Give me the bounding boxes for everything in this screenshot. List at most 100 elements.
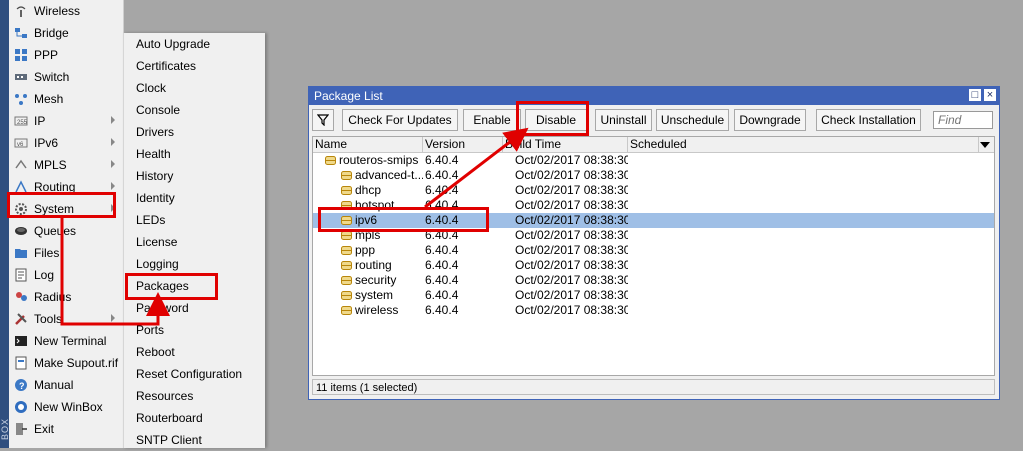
menu-item-new-winbox[interactable]: New WinBox (9, 396, 123, 418)
window-titlebar[interactable]: Package List □ × (309, 87, 999, 105)
close-icon[interactable]: × (984, 89, 996, 101)
cell-build-time-text: Oct/02/2017 08:38:30 (515, 228, 628, 242)
check-installation-button[interactable]: Check Installation (816, 109, 921, 131)
menu-item-system[interactable]: System (9, 198, 123, 220)
package-icon (341, 246, 352, 255)
submenu-item-ports[interactable]: Ports (124, 319, 265, 341)
menu-item-make-supout-rif[interactable]: Make Supout.rif (9, 352, 123, 374)
table-row[interactable]: hotspot 6.40.4 Oct/02/2017 08:38:30 (313, 198, 994, 213)
cell-version: 6.40.4 (425, 153, 503, 168)
cell-name-text: routeros-smips (339, 153, 419, 167)
cell-build-time-text: Oct/02/2017 08:38:30 (515, 213, 628, 227)
enable-button[interactable]: Enable (463, 109, 521, 131)
menu-item-queues[interactable]: Queues (9, 220, 123, 242)
cell-name-text: wireless (355, 303, 399, 317)
menu-item-wireless[interactable]: Wireless (9, 0, 123, 22)
cell-version: 6.40.4 (425, 213, 503, 228)
menu-item-mpls[interactable]: MPLS (9, 154, 123, 176)
table-header: Name Version Build Time Scheduled (313, 137, 994, 153)
chevron-right-icon (111, 138, 115, 146)
package-icon (341, 231, 352, 240)
submenu-item-reboot[interactable]: Reboot (124, 341, 265, 363)
column-scheduled[interactable]: Scheduled (628, 137, 980, 152)
submenu-item-resources[interactable]: Resources (124, 385, 265, 407)
submenu-item-password[interactable]: Password (124, 297, 265, 319)
cell-version-text: 6.40.4 (425, 228, 459, 242)
chevron-down-icon (980, 142, 990, 148)
menu-item-switch[interactable]: Switch (9, 66, 123, 88)
table-row[interactable]: dhcp 6.40.4 Oct/02/2017 08:38:30 (313, 183, 994, 198)
find-input[interactable] (933, 111, 993, 129)
table-row[interactable]: ipv6 6.40.4 Oct/02/2017 08:38:30 (313, 213, 994, 228)
menu-item-label: Files (34, 246, 60, 260)
check-for-updates-button[interactable]: Check For Updates (342, 109, 458, 131)
submenu-item-health[interactable]: Health (124, 143, 265, 165)
menu-item-manual[interactable]: ? Manual (9, 374, 123, 396)
menu-item-exit[interactable]: Exit (9, 418, 123, 440)
filter-icon (317, 114, 329, 126)
submenu-item-clock[interactable]: Clock (124, 77, 265, 99)
cell-build-time-text: Oct/02/2017 08:38:30 (515, 183, 628, 197)
downgrade-button[interactable]: Downgrade (734, 109, 806, 131)
table-row[interactable]: routeros-smips 6.40.4 Oct/02/2017 08:38:30 (313, 153, 994, 168)
cell-build-time: Oct/02/2017 08:38:30 (515, 198, 628, 213)
table-row[interactable]: mpls 6.40.4 Oct/02/2017 08:38:30 (313, 228, 994, 243)
submenu-item-drivers[interactable]: Drivers (124, 121, 265, 143)
package-icon (341, 171, 352, 180)
submenu-item-license[interactable]: License (124, 231, 265, 253)
submenu-item-history[interactable]: History (124, 165, 265, 187)
table-row[interactable]: advanced-t... 6.40.4 Oct/02/2017 08:38:30 (313, 168, 994, 183)
uninstall-button[interactable]: Uninstall (595, 109, 652, 131)
maximize-icon[interactable]: □ (969, 89, 981, 101)
menu-item-routing[interactable]: Routing (9, 176, 123, 198)
table-row[interactable]: ppp 6.40.4 Oct/02/2017 08:38:30 (313, 243, 994, 258)
menu-item-label: Switch (34, 70, 70, 84)
disable-button[interactable]: Disable (525, 109, 587, 131)
manual-icon: ? (13, 378, 29, 392)
cell-build-time: Oct/02/2017 08:38:30 (515, 153, 628, 168)
cell-name: routing (341, 258, 423, 273)
menu-item-bridge[interactable]: Bridge (9, 22, 123, 44)
menu-item-label: Radius (34, 290, 72, 304)
menu-item-ppp[interactable]: PPP (9, 44, 123, 66)
bridge-icon (13, 26, 29, 40)
cell-scheduled (631, 213, 971, 228)
cell-version-text: 6.40.4 (425, 288, 459, 302)
menu-item-log[interactable]: Log (9, 264, 123, 286)
table-row[interactable]: security 6.40.4 Oct/02/2017 08:38:30 (313, 273, 994, 288)
exit-icon (13, 422, 29, 436)
menu-item-files[interactable]: Files (9, 242, 123, 264)
cell-name-text: advanced-t... (355, 168, 423, 182)
table-row[interactable]: wireless 6.40.4 Oct/02/2017 08:38:30 (313, 303, 994, 318)
column-version[interactable]: Version (423, 137, 503, 152)
menu-item-mesh[interactable]: Mesh (9, 88, 123, 110)
svg-text:?: ? (19, 381, 25, 391)
submenu-item-console[interactable]: Console (124, 99, 265, 121)
menu-item-ipv6[interactable]: v6 IPv6 (9, 132, 123, 154)
svg-text:255: 255 (17, 120, 28, 126)
unschedule-button[interactable]: Unschedule (656, 109, 729, 131)
chevron-right-icon (111, 204, 115, 212)
submenu-item-packages[interactable]: Packages (124, 275, 265, 297)
submenu-item-certificates[interactable]: Certificates (124, 55, 265, 77)
wireless-icon (13, 4, 29, 18)
cell-name-text: mpls (355, 228, 381, 242)
menu-item-tools[interactable]: Tools (9, 308, 123, 330)
menu-item-new-terminal[interactable]: New Terminal (9, 330, 123, 352)
submenu-item-leds[interactable]: LEDs (124, 209, 265, 231)
menu-item-label: New Terminal (34, 334, 107, 348)
table-row[interactable]: system 6.40.4 Oct/02/2017 08:38:30 (313, 288, 994, 303)
menu-item-radius[interactable]: Radius (9, 286, 123, 308)
table-row[interactable]: routing 6.40.4 Oct/02/2017 08:38:30 (313, 258, 994, 273)
submenu-item-identity[interactable]: Identity (124, 187, 265, 209)
column-build-time[interactable]: Build Time (503, 137, 628, 152)
submenu-item-auto-upgrade[interactable]: Auto Upgrade (124, 33, 265, 55)
submenu-item-reset-configuration[interactable]: Reset Configuration (124, 363, 265, 385)
cell-version-text: 6.40.4 (425, 153, 459, 167)
submenu-item-logging[interactable]: Logging (124, 253, 265, 275)
column-name[interactable]: Name (313, 137, 423, 152)
column-chooser-button[interactable] (978, 137, 994, 152)
filter-button[interactable] (312, 109, 334, 131)
submenu-item-routerboard[interactable]: Routerboard (124, 407, 265, 429)
menu-item-ip[interactable]: 255 IP (9, 110, 123, 132)
